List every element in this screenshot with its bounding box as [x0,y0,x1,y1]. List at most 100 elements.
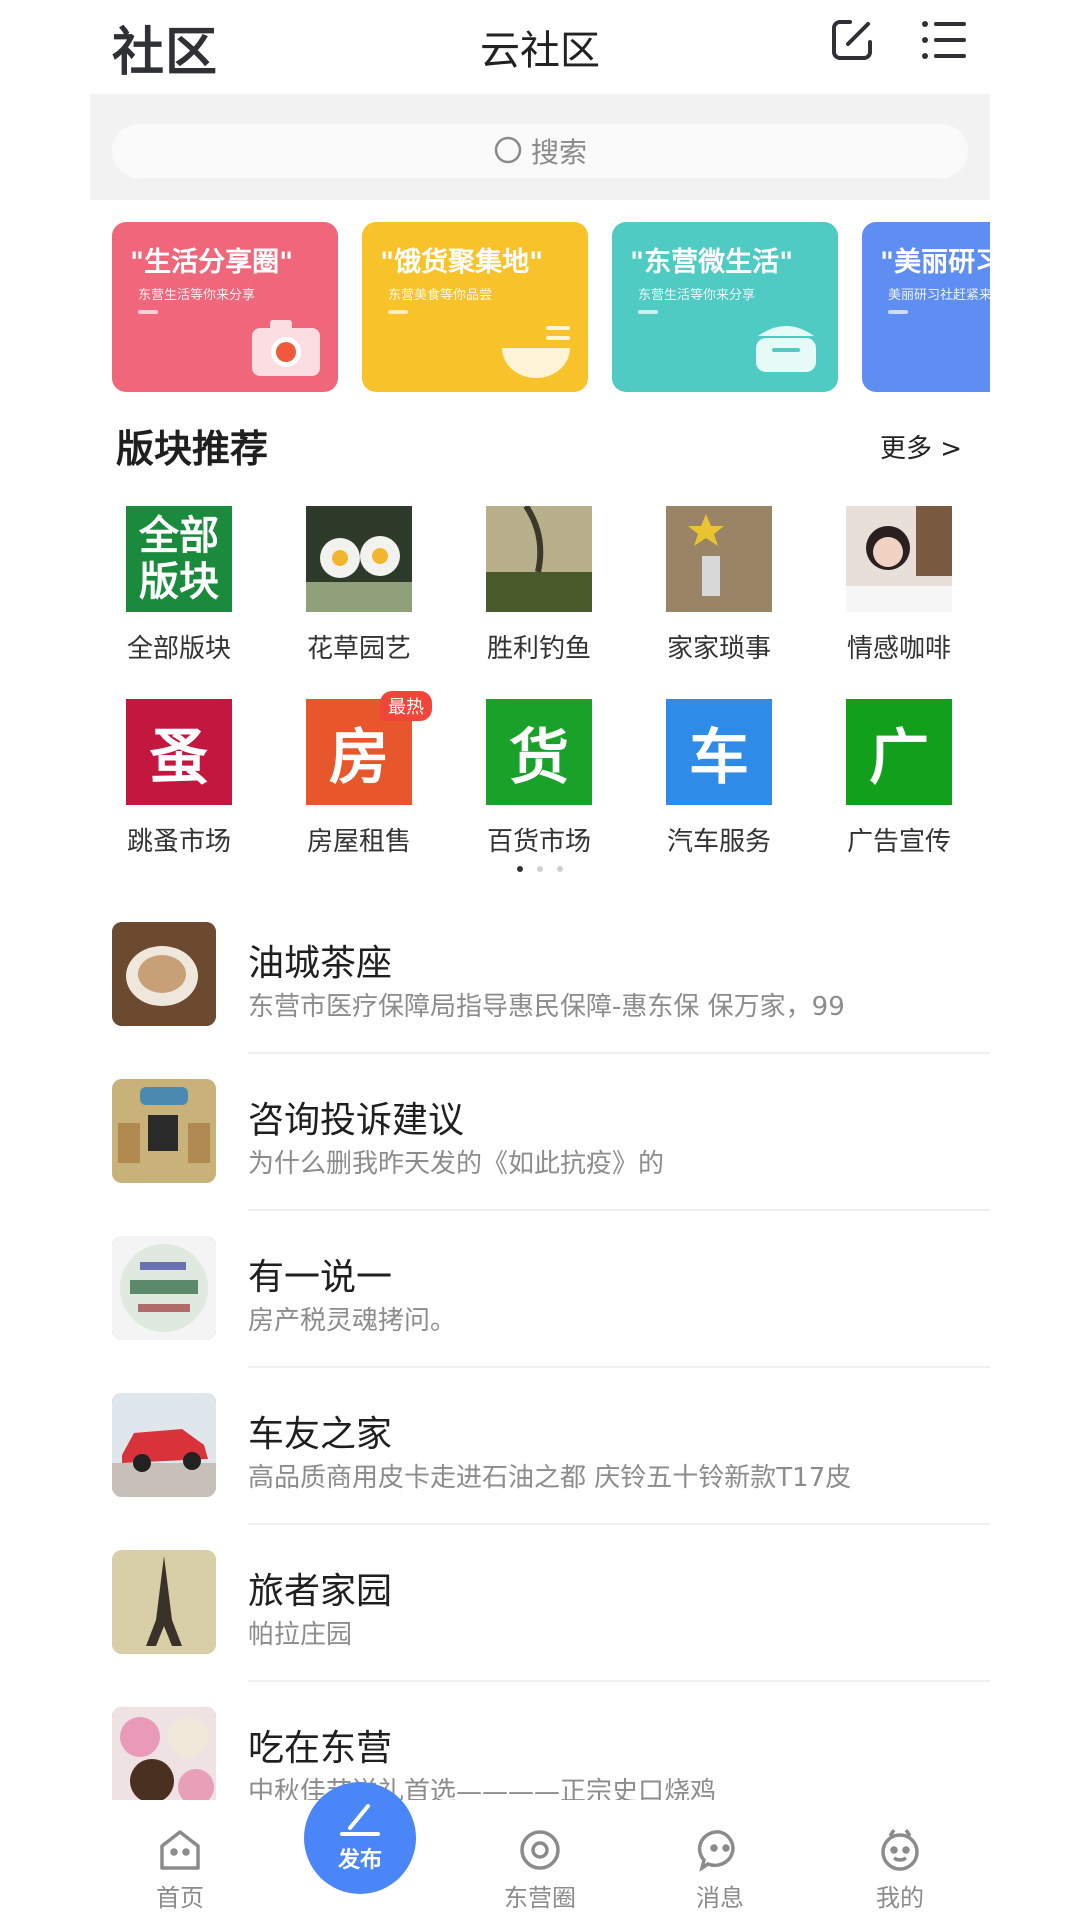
board-thumb: 车 [666,699,772,805]
bottom-tab-bar: 首页 东营圈 消息 我的 [0,1800,1080,1920]
board-label: 家家琐事 [666,634,771,664]
banner-carousel[interactable]: "生活分享圈" 东营生活等你来分享 "饿货聚集地" 东营美食等你品尝 "东营微生… [112,222,990,392]
board-item-housing[interactable]: 房 最热 房屋租售 [284,691,434,858]
banner-subtitle: 东营美食等你品尝 [388,288,493,303]
banner-title: "饿货聚集地" [380,247,544,278]
banner-card[interactable]: "东营微生活" 东营生活等你来分享 [612,222,838,392]
banner-subtitle: 美丽研习社赶紧来 [888,288,990,303]
page-indicator [0,866,1080,872]
search-input[interactable]: 搜索 [112,124,968,178]
forum-name: 有一说一 [248,1257,393,1298]
tab-label: 消息 [696,1884,744,1912]
banner-dash [888,310,908,314]
board-label: 跳蚤市场 [126,827,231,857]
board-item-general-goods[interactable]: 货 百货市场 [464,699,614,858]
board-item-gardening[interactable]: 花草园艺 [284,506,434,665]
board-item-emotion-cafe[interactable]: 情感咖啡 [824,506,974,665]
forum-list: 油城茶座 东营市医疗保障局指导惠民保障-惠东保 保万家，99 咨询投诉建议 为什… [112,922,990,1864]
tab-home[interactable]: 首页 [120,1826,240,1913]
menu-list-icon[interactable] [920,16,968,64]
forum-name: 油城茶座 [248,943,393,984]
forum-latest-post: 帕拉庄园 [248,1620,353,1650]
forum-latest-post: 房产税灵魂拷问。 [248,1306,457,1336]
tab-label: 首页 [156,1884,204,1912]
forum-name: 旅者家园 [248,1571,393,1612]
list-item[interactable]: 旅者家园 帕拉庄园 [112,1550,990,1707]
banner-card[interactable]: "饿货聚集地" 东营美食等你品尝 [362,222,588,392]
camera-icon [252,320,320,376]
list-item[interactable]: 咨询投诉建议 为什么删我昨天发的《如此抗疫》的 [112,1079,990,1236]
banner-subtitle: 东营生活等你来分享 [138,288,256,303]
board-item-household[interactable]: 家家琐事 [644,506,794,665]
fishing-image-icon [486,506,592,612]
banner-dash [638,310,658,314]
board-thumb: 蚤 [126,699,232,805]
forum-latest-post: 东营市医疗保障局指导惠民保障-惠东保 保万家，99 [248,992,845,1022]
tab-dongying-circle[interactable]: 东营圈 [480,1826,600,1913]
cardboard-robot-icon [112,1079,216,1183]
divider [248,1209,990,1211]
forum-avatar [112,1236,216,1340]
tab-label: 我的 [876,1884,924,1912]
list-item[interactable]: 油城茶座 东营市医疗保障局指导惠民保障-惠东保 保万家，99 [112,922,990,1079]
forum-avatar [112,1079,216,1183]
tab-messages[interactable]: 消息 [660,1826,780,1913]
board-thumb: 广 [846,699,952,805]
board-label: 花草园艺 [306,634,411,664]
coffee-cup-icon [112,922,216,1026]
top-bar: 社区 云社区 [0,0,1080,92]
divider [248,1523,990,1525]
section-title: 版块推荐 [116,427,269,471]
forum-name: 车友之家 [248,1414,393,1455]
divider [248,1366,990,1368]
search-placeholder: 搜索 [530,136,587,169]
board-thumb: 房 最热 [306,691,432,805]
board-label: 情感咖啡 [846,634,951,664]
search-icon [494,136,522,164]
tab-label: 东营圈 [504,1884,576,1912]
board-item-flea-market[interactable]: 蚤 跳蚤市场 [104,699,254,858]
board-label: 胜利钓鱼 [486,634,591,664]
banner-title: "生活分享圈" [130,247,294,278]
list-item[interactable]: 车友之家 高品质商用皮卡走进石油之都 庆铃五十铃新款T17皮 [112,1393,990,1550]
board-label: 房屋租售 [306,827,411,857]
banner-card[interactable]: "美丽研习 美丽研习社赶紧来 [862,222,990,392]
forum-name: 咨询投诉建议 [248,1100,465,1141]
divider [248,1052,990,1054]
chat-bubble-icon [697,1830,735,1872]
banner-dash [388,310,408,314]
banner-title: "东营微生活" [630,247,794,278]
banner-dash [138,310,158,314]
forum-name: 吃在东营 [248,1728,393,1769]
board-item-car-service[interactable]: 车 汽车服务 [644,699,794,858]
banner-card[interactable]: "生活分享圈" 东营生活等你来分享 [112,222,338,392]
eiffel-tower-icon [112,1550,216,1654]
girl-image-icon [846,506,952,612]
board-label: 百货市场 [486,827,591,857]
banner-subtitle: 东营生活等你来分享 [638,288,756,303]
red-car-icon [112,1393,216,1497]
forum-avatar [112,922,216,1026]
board-photo [666,506,772,612]
publish-label: 发布 [337,1848,382,1873]
search-bar: 搜索 [90,94,990,200]
home-icon [160,1830,200,1870]
tab-mine[interactable]: 我的 [840,1826,960,1913]
list-item[interactable]: 有一说一 房产税灵魂拷问。 [112,1236,990,1393]
board-label: 全部版块 [126,634,231,664]
board-item-all[interactable]: 全部 版块 全部版块 [104,506,254,665]
pen-icon [340,1804,380,1836]
board-photo [306,506,412,612]
board-photo [846,506,952,612]
board-photo [486,506,592,612]
page-dot [537,866,543,872]
board-item-fishing[interactable]: 胜利钓鱼 [464,506,614,665]
compose-icon[interactable] [828,16,876,64]
more-link[interactable]: 更多 > [880,428,962,465]
banner-title: "美丽研习 [880,247,990,278]
board-thumb-glyph: 房 [329,722,389,793]
publish-button[interactable]: 发布 [304,1782,416,1894]
forum-latest-post: 为什么删我昨天发的《如此抗疫》的 [248,1149,665,1179]
board-item-advertising[interactable]: 广 广告宣传 [824,699,974,858]
board-thumb: 全部 版块 [126,506,232,612]
